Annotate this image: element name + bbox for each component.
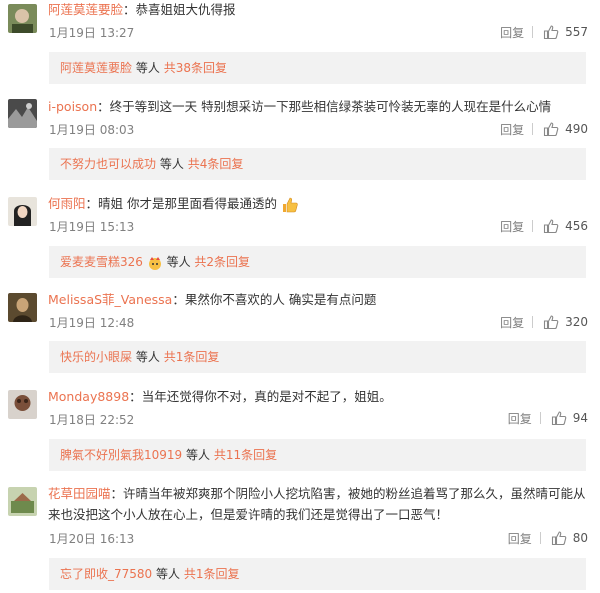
replies-summary[interactable]: 快乐的小眼屎 等人 共1条回复 — [49, 341, 586, 373]
like-count: 490 — [565, 122, 588, 136]
comment-body: 许晴当年被郑爽那个阴险小人挖坑陷害，被她的粉丝追着骂了那么久，虽然晴可能从来也没… — [48, 486, 586, 522]
divider — [532, 26, 534, 38]
thumbs-up-icon[interactable] — [543, 314, 559, 330]
comment-body: 晴姐 你才是那里面看得最通透的 — [98, 196, 278, 211]
reply-username[interactable]: 脾氣不好別氣我10919 — [60, 448, 182, 462]
reply-button[interactable]: 回复 — [508, 410, 532, 427]
like-count: 94 — [572, 411, 588, 425]
reply-username[interactable]: 忘了即收_77580 — [60, 567, 152, 581]
reply-button[interactable]: 回复 — [500, 24, 524, 41]
divider — [539, 412, 541, 424]
reply-others: 等人 — [159, 157, 184, 171]
avatar[interactable] — [8, 197, 37, 226]
reply-count[interactable]: 共38条回复 — [164, 61, 227, 75]
comment-actions: 回复 456 — [500, 216, 588, 236]
reply-username[interactable]: 阿莲莫莲要脸 — [60, 61, 132, 75]
reply-others: 等人 — [135, 350, 160, 364]
reply-others: 等人 — [186, 448, 211, 462]
reply-username[interactable]: 不努力也可以成功 — [60, 157, 156, 171]
comment-timestamp: 1月19日 15:13 — [49, 220, 135, 234]
reply-count[interactable]: 共2条回复 — [194, 255, 250, 269]
reply-username[interactable]: 爱麦麦雪糕326 — [60, 255, 143, 269]
comment-text: Monday8898：当年还觉得你不对，真的是对不起了，姐姐。 — [48, 389, 392, 404]
reply-others: 等人 — [166, 255, 191, 269]
comment-actions: 回复 320 — [500, 312, 588, 332]
replies-summary[interactable]: 不努力也可以成功 等人 共4条回复 — [49, 148, 586, 180]
comment-timestamp: 1月19日 08:03 — [49, 123, 135, 137]
comment-username[interactable]: MelissaS菲_Vanessa — [48, 292, 172, 307]
divider — [539, 532, 541, 544]
comment-timestamp: 1月18日 22:52 — [49, 413, 135, 427]
comment-username[interactable]: 花草田园喵 — [48, 486, 111, 501]
comment-body: 当年还觉得你不对，真的是对不起了，姐姐。 — [141, 389, 392, 404]
reply-others: 等人 — [156, 567, 181, 581]
comment-actions: 回复 557 — [500, 22, 588, 42]
replies-summary[interactable]: 阿莲莫莲要脸 等人 共38条回复 — [49, 52, 586, 84]
comment-text: MelissaS菲_Vanessa：果然你不喜欢的人 确实是有点问题 — [48, 292, 377, 307]
avatar[interactable] — [8, 4, 37, 33]
reply-others: 等人 — [135, 61, 160, 75]
thumbs-up-icon[interactable] — [551, 410, 567, 426]
comment-body: 恭喜姐姐大仇得报 — [135, 2, 236, 17]
reply-count[interactable]: 共1条回复 — [164, 350, 220, 364]
comment-body: 终于等到这一天 特别想采访一下那些相信绿茶装可怜装无辜的人现在是什么心情 — [109, 99, 552, 114]
reply-count[interactable]: 共1条回复 — [184, 567, 240, 581]
comment-text: 阿莲莫莲要脸：恭喜姐姐大仇得报 — [48, 2, 236, 17]
avatar[interactable] — [8, 390, 37, 419]
divider — [532, 316, 534, 328]
comment-body: 果然你不喜欢的人 确实是有点问题 — [184, 292, 377, 307]
comment-username[interactable]: i-poison — [48, 99, 97, 114]
reply-button[interactable]: 回复 — [500, 121, 524, 138]
replies-summary[interactable]: 脾氣不好別氣我10919 等人 共11条回复 — [49, 439, 586, 471]
reply-count[interactable]: 共11条回复 — [214, 448, 277, 462]
comment-username[interactable]: 何雨阳 — [48, 196, 86, 211]
replies-summary[interactable]: 忘了即收_77580 等人 共1条回复 — [49, 558, 586, 590]
like-count: 320 — [565, 315, 588, 329]
comment-username[interactable]: Monday8898 — [48, 389, 129, 404]
like-count: 80 — [572, 531, 588, 545]
thumbs-up-icon[interactable] — [543, 218, 559, 234]
comment-actions: 回复 94 — [508, 408, 588, 428]
comment-text: i-poison：终于等到这一天 特别想采访一下那些相信绿茶装可怜装无辜的人现在… — [48, 99, 552, 114]
comment-actions: 回复 490 — [500, 119, 588, 139]
reply-button[interactable]: 回复 — [508, 530, 532, 547]
avatar[interactable] — [8, 487, 37, 516]
replies-summary[interactable]: 爱麦麦雪糕326 等人 共2条回复 — [49, 246, 586, 278]
thumbs-up-emoji-icon — [283, 197, 298, 212]
divider — [532, 220, 534, 232]
reply-button[interactable]: 回复 — [500, 314, 524, 331]
comment-timestamp: 1月19日 13:27 — [49, 26, 135, 40]
thumbs-up-icon[interactable] — [543, 24, 559, 40]
like-count: 456 — [565, 219, 588, 233]
comment-timestamp: 1月19日 12:48 — [49, 316, 135, 330]
comment-text: 何雨阳：晴姐 你才是那里面看得最通透的 — [48, 193, 586, 214]
reply-button[interactable]: 回复 — [500, 218, 524, 235]
avatar[interactable] — [8, 99, 37, 128]
thumbs-up-icon[interactable] — [551, 530, 567, 546]
thumbs-up-icon[interactable] — [543, 121, 559, 137]
comment-timestamp: 1月20日 16:13 — [49, 532, 135, 546]
comment-actions: 回复 80 — [508, 528, 588, 548]
comment-text: 花草田园喵：许晴当年被郑爽那个阴险小人挖坑陷害，被她的粉丝追着骂了那么久，虽然晴… — [48, 486, 586, 522]
avatar[interactable] — [8, 293, 37, 322]
comment-username[interactable]: 阿莲莫莲要脸 — [48, 2, 123, 17]
reply-count[interactable]: 共4条回复 — [188, 157, 244, 171]
cute-emoji-icon — [148, 256, 161, 270]
like-count: 557 — [565, 25, 588, 39]
divider — [532, 123, 534, 135]
reply-username[interactable]: 快乐的小眼屎 — [60, 350, 132, 364]
